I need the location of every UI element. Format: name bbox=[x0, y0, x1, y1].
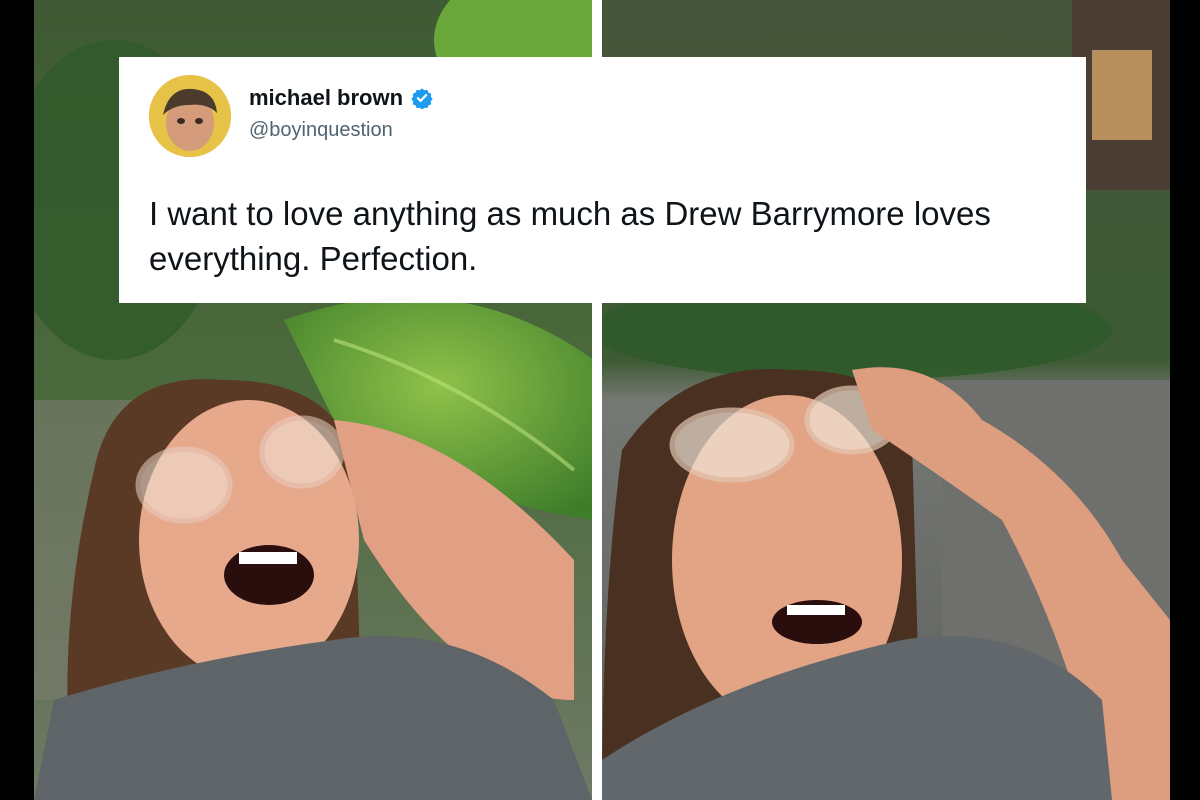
profile-avatar[interactable] bbox=[149, 75, 231, 157]
display-name[interactable]: michael brown bbox=[249, 85, 403, 111]
left-letterbox bbox=[0, 0, 34, 800]
tweet-text: I want to love anything as much as Drew … bbox=[149, 195, 991, 277]
tweet-card: michael brown @boyinquestion I want to l… bbox=[119, 57, 1086, 303]
user-handle[interactable]: @boyinquestion bbox=[249, 119, 393, 142]
right-letterbox bbox=[1170, 0, 1200, 800]
verified-badge-icon bbox=[411, 88, 433, 109]
